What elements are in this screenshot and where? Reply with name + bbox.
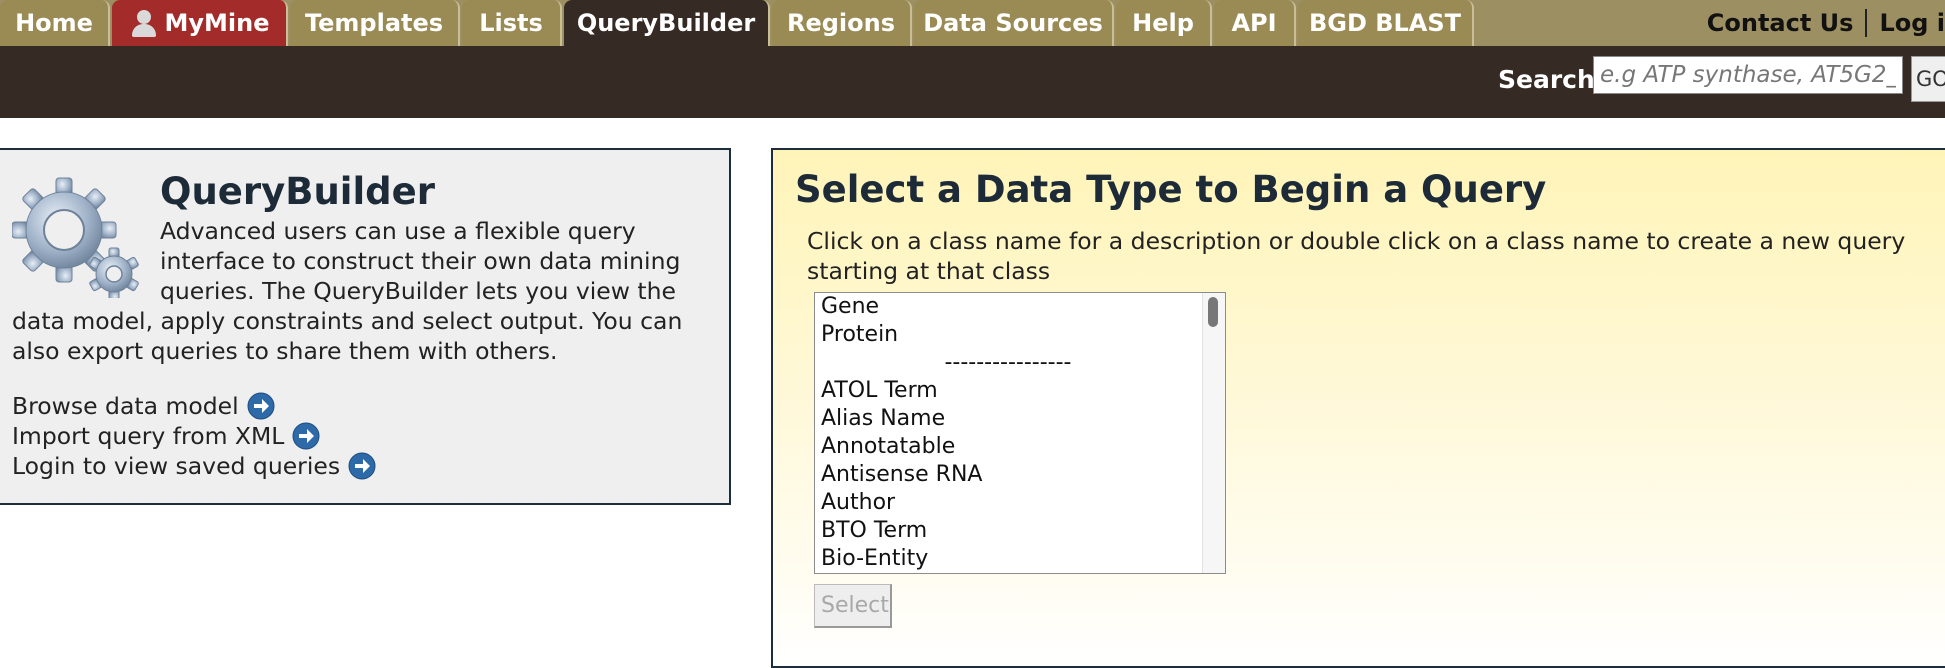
class-separator: ---------------- <box>944 350 1072 375</box>
querybuilder-description: Advanced users can use a flexible query … <box>12 216 712 366</box>
nav-divider <box>1865 9 1868 37</box>
nav-right-links: Contact Us Log i <box>1707 0 1945 46</box>
tab-regions-label: Regions <box>786 9 896 37</box>
tab-data-sources-label: Data Sources <box>923 9 1103 37</box>
tab-bgd-blast-label: BGD BLAST <box>1308 9 1462 37</box>
select-data-type-panel: Select a Data Type to Begin a Query Clic… <box>771 148 1945 668</box>
tab-querybuilder[interactable]: QueryBuilder <box>564 0 770 46</box>
tab-help[interactable]: Help <box>1116 0 1212 46</box>
contact-us-link[interactable]: Contact Us <box>1707 9 1854 37</box>
browse-data-model-link[interactable]: Browse data model <box>12 392 275 420</box>
class-select-list[interactable]: Gene Protein ---------------- ATOL Term … <box>814 292 1226 574</box>
tab-home-label: Home <box>15 9 93 37</box>
class-option[interactable]: Alias Name <box>815 405 1225 433</box>
class-list-scroll-thumb[interactable] <box>1208 297 1218 327</box>
login-link[interactable]: Log i <box>1879 9 1945 37</box>
tab-help-label: Help <box>1132 9 1194 37</box>
arrow-right-circle-icon <box>247 392 275 420</box>
arrow-right-circle-icon <box>348 452 376 480</box>
tab-templates-label: Templates <box>304 9 444 37</box>
class-option[interactable]: Gene <box>815 293 1225 321</box>
tab-api-label: API <box>1231 9 1277 37</box>
person-icon <box>129 8 159 38</box>
tab-home[interactable]: Home <box>0 0 110 46</box>
login-saved-queries-link[interactable]: Login to view saved queries <box>12 452 376 480</box>
class-option[interactable]: Annotatable <box>815 433 1225 461</box>
class-option[interactable]: ATOL Term <box>815 377 1225 405</box>
header-search-bar: Search: GO <box>0 46 1945 118</box>
class-option[interactable]: Protein <box>815 321 1225 349</box>
tab-mymine[interactable]: MyMine <box>112 0 288 46</box>
arrow-right-circle-icon <box>292 422 320 450</box>
import-query-xml-label: Import query from XML <box>12 422 285 450</box>
tab-data-sources[interactable]: Data Sources <box>914 0 1114 46</box>
class-option[interactable]: Bio-Entity <box>815 545 1225 573</box>
import-query-xml-link[interactable]: Import query from XML <box>12 422 320 450</box>
tab-lists-label: Lists <box>479 9 543 37</box>
querybuilder-title: QueryBuilder <box>160 170 435 213</box>
tab-regions[interactable]: Regions <box>772 0 912 46</box>
select-button[interactable]: Select <box>814 584 892 628</box>
search-label: Search: <box>1498 65 1605 94</box>
tab-templates[interactable]: Templates <box>290 0 460 46</box>
tab-bgd-blast[interactable]: BGD BLAST <box>1298 0 1474 46</box>
search-go-button[interactable]: GO <box>1911 56 1945 102</box>
select-data-type-title: Select a Data Type to Begin a Query <box>795 168 1547 211</box>
tab-mymine-label: MyMine <box>164 9 270 37</box>
browse-data-model-label: Browse data model <box>12 392 239 420</box>
tab-querybuilder-label: QueryBuilder <box>576 9 756 37</box>
main-nav: Home MyMine Templates Lists QueryBuilder… <box>0 0 1945 46</box>
login-saved-queries-label: Login to view saved queries <box>12 452 341 480</box>
querybuilder-info-panel: QueryBuilder Advanced users can use a fl… <box>0 148 731 505</box>
class-list-scrollbar[interactable] <box>1202 293 1225 573</box>
select-data-type-instructions: Click on a class name for a description … <box>807 227 1906 285</box>
class-option[interactable]: Author <box>815 489 1225 517</box>
tab-api[interactable]: API <box>1214 0 1296 46</box>
class-option[interactable]: Antisense RNA <box>815 461 1225 489</box>
search-input[interactable] <box>1593 56 1903 94</box>
tab-lists[interactable]: Lists <box>462 0 562 46</box>
class-option[interactable]: BTO Term <box>815 517 1225 545</box>
